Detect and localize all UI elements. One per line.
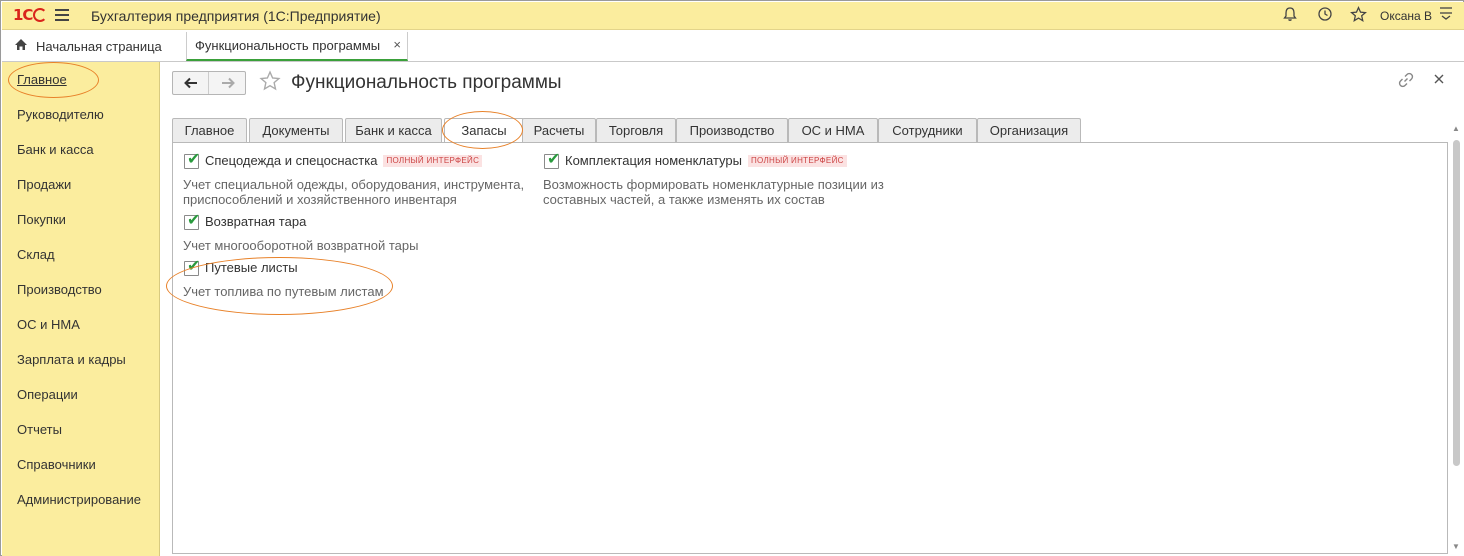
sidebar-item-bank[interactable]: Банк и касса — [17, 142, 94, 157]
form-title: Функциональность программы — [291, 72, 562, 93]
history-icon[interactable] — [1315, 6, 1335, 26]
waybills-checkbox[interactable]: ✔ — [184, 258, 201, 276]
tab-bank-cash[interactable]: Банк и касса — [345, 118, 442, 143]
tab-production[interactable]: Производство — [676, 118, 788, 143]
sidebar-item-sales[interactable]: Продажи — [17, 177, 71, 192]
form-area: Функциональность программы Главное Докум… — [160, 62, 1464, 556]
sidebar-item-reports[interactable]: Отчеты — [17, 422, 62, 437]
sidebar-item-fixed-assets[interactable]: ОС и НМА — [17, 317, 80, 332]
item-assembly-description: Возможность формировать номенклатурные п… — [543, 177, 884, 207]
app-title: Бухгалтерия предприятия (1С:Предприятие) — [91, 8, 381, 24]
checkmark-icon: ✔ — [187, 258, 201, 275]
sidebar-item-manager[interactable]: Руководителю — [17, 107, 104, 122]
sidebar-item-salary[interactable]: Зарплата и кадры — [17, 352, 126, 367]
navigation-buttons — [172, 71, 246, 95]
forward-button[interactable] — [210, 72, 246, 94]
special-clothing-description: Учет специальной одежды, оборудования, и… — [183, 177, 525, 207]
waybills-label[interactable]: Путевые листы — [205, 260, 298, 275]
favorite-star-icon[interactable] — [259, 70, 281, 96]
waybills-description: Учет топлива по путевым листам — [183, 284, 384, 299]
full-interface-badge: ПОЛНЫЙ ИНТЕРФЕЙС — [747, 155, 847, 167]
app-window: 1С Бухгалтерия предприятия (1С:Предприят… — [0, 0, 1464, 556]
checkmark-icon: ✔ — [547, 151, 561, 168]
current-window-tab[interactable]: Функциональность программы × — [186, 32, 408, 61]
back-button[interactable] — [173, 72, 209, 94]
sidebar-item-operations[interactable]: Операции — [17, 387, 78, 402]
checkmark-icon: ✔ — [187, 212, 201, 229]
sidebar-item-catalogs[interactable]: Справочники — [17, 457, 96, 472]
main-menu-icon[interactable] — [55, 9, 69, 21]
checkmark-icon: ✔ — [187, 151, 201, 168]
current-window-label: Функциональность программы — [195, 38, 381, 53]
tab-documents[interactable]: Документы — [249, 118, 343, 143]
sidebar-item-administration[interactable]: Администрирование — [17, 492, 141, 507]
sections-panel: Главное Руководителю Банк и касса Продаж… — [2, 62, 160, 556]
item-assembly-checkbox[interactable]: ✔ — [544, 151, 561, 169]
menu-lines-icon[interactable] — [1436, 6, 1456, 26]
full-interface-badge: ПОЛНЫЙ ИНТЕРФЕЙС — [383, 155, 483, 167]
home-page-label: Начальная страница — [36, 39, 162, 54]
item-assembly-label[interactable]: Комплектация номенклатуры ПОЛНЫЙ ИНТЕРФЕЙ… — [565, 153, 847, 168]
returnable-containers-checkbox[interactable]: ✔ — [184, 212, 201, 230]
tab-trade[interactable]: Торговля — [596, 118, 676, 143]
tab-settlements[interactable]: Расчеты — [522, 118, 596, 143]
tab-fixed-assets[interactable]: ОС и НМА — [788, 118, 878, 143]
favorites-star-icon[interactable] — [1348, 6, 1368, 26]
home-icon — [14, 38, 28, 54]
user-name[interactable]: Оксана В — [1380, 9, 1432, 23]
scroll-up-arrow[interactable]: ▲ — [1451, 124, 1461, 134]
bell-icon[interactable] — [1280, 6, 1300, 26]
returnable-containers-label[interactable]: Возвратная тара — [205, 214, 306, 229]
close-form-icon[interactable] — [1433, 72, 1445, 90]
home-page-tab[interactable]: Начальная страница — [14, 38, 162, 54]
scrollbar-thumb[interactable] — [1453, 140, 1460, 466]
title-bar: 1С Бухгалтерия предприятия (1С:Предприят… — [2, 2, 1464, 30]
sidebar-item-main[interactable]: Главное — [17, 72, 67, 87]
link-icon[interactable] — [1398, 72, 1414, 93]
special-clothing-checkbox[interactable]: ✔ — [184, 151, 201, 169]
tab-main[interactable]: Главное — [172, 118, 247, 143]
close-tab-icon[interactable]: × — [393, 37, 401, 52]
sidebar-item-purchases[interactable]: Покупки — [17, 212, 66, 227]
tab-inventory[interactable]: Запасы — [444, 118, 524, 144]
returnable-containers-description: Учет многооборотной возвратной тары — [183, 238, 419, 253]
tab-organization[interactable]: Организация — [977, 118, 1081, 143]
open-windows-bar: Начальная страница Функциональность прог… — [2, 30, 1464, 62]
logo-1c[interactable]: 1С — [13, 6, 48, 24]
sidebar-item-warehouse[interactable]: Склад — [17, 247, 55, 262]
scroll-down-arrow[interactable]: ▼ — [1451, 542, 1461, 552]
tab-employees[interactable]: Сотрудники — [878, 118, 977, 143]
special-clothing-label[interactable]: Спецодежда и спецоснастка ПОЛНЫЙ ИНТЕРФЕЙ… — [205, 153, 483, 168]
sidebar-item-production[interactable]: Производство — [17, 282, 102, 297]
